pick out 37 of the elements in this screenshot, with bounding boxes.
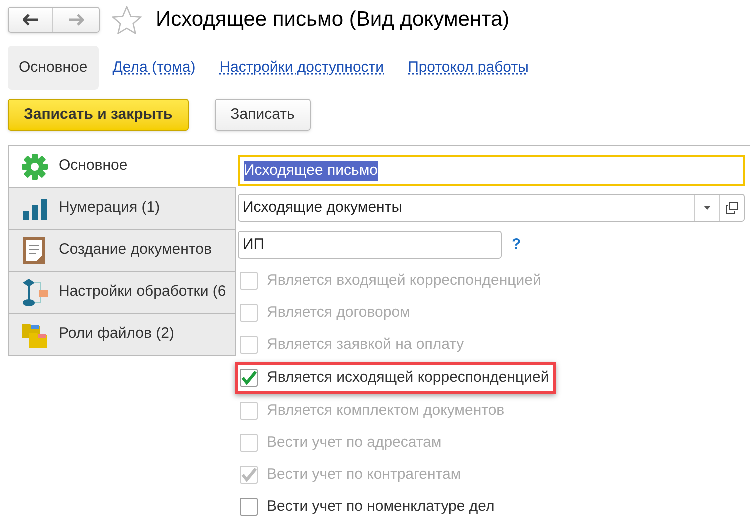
gear-icon	[21, 152, 49, 180]
open-window-icon	[726, 202, 738, 214]
side-tab[interactable]: Нумерация (1)	[8, 187, 236, 230]
caret-icon	[704, 206, 710, 210]
name-input-field[interactable]: Исходящее письмо	[238, 155, 745, 186]
checkbox-label: Является входящей корреспонденцией	[267, 270, 542, 291]
prefix-input-field[interactable]: ИП	[238, 231, 502, 259]
checkbox[interactable]	[240, 498, 258, 516]
side-tab[interactable]: Роли файлов (2)	[8, 313, 236, 356]
ascending-bars-icon	[21, 196, 49, 220]
checkbox-label: Является исходящей корреспонденцией	[267, 368, 550, 388]
document-icon	[22, 236, 48, 266]
side-tab[interactable]: Настройки обработки (6	[8, 271, 236, 314]
tab[interactable]: Настройки доступности	[220, 56, 384, 80]
checkbox[interactable]	[240, 369, 258, 387]
tab[interactable]: Протокол работы	[408, 56, 529, 80]
tab[interactable]: Дела (тома)	[112, 56, 196, 80]
checkbox-label: Вести учет по контрагентам	[267, 464, 462, 485]
checkbox-label: Вести учет по номенклатуре дел	[267, 496, 495, 517]
side-tab[interactable]: Основное	[8, 145, 236, 188]
tab[interactable]: Основное	[8, 46, 99, 90]
checkbox-label: Вести учет по адресатам	[267, 432, 442, 453]
help-link[interactable]: ?	[512, 234, 522, 256]
window-title: Исходящее письмо (Вид документа)	[156, 7, 510, 34]
save-and-close-button[interactable]: Записать и закрыть	[8, 99, 189, 131]
save-button[interactable]: Записать	[214, 99, 311, 131]
checkbox-label: Является заявкой на оплату	[267, 334, 464, 355]
forward-arrow-icon	[68, 14, 84, 26]
field-value: Исходящие документы	[242, 198, 404, 218]
star-icon[interactable]	[112, 6, 142, 34]
side-tab[interactable]: Создание документов	[8, 229, 236, 272]
checkbox-label: Является договором	[267, 302, 410, 323]
flowchart-icon	[21, 278, 49, 308]
group-select-field[interactable]: Исходящие документы	[238, 194, 745, 222]
checkbox-label: Является комплектом документов	[267, 400, 505, 421]
selected-text: Исходящее письмо	[244, 160, 378, 180]
back-arrow-icon	[22, 14, 38, 26]
